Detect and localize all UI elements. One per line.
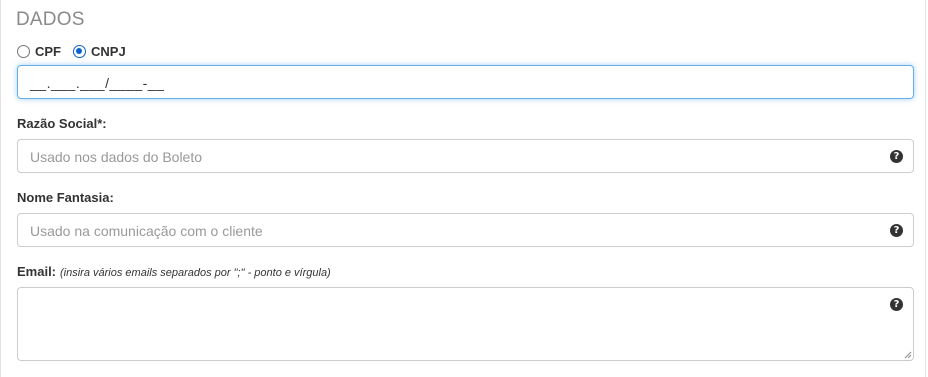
nome-fantasia-label: Nome Fantasia: xyxy=(17,190,114,205)
cpf-radio-label: CPF xyxy=(35,43,61,59)
email-textarea[interactable]: ? xyxy=(17,287,914,361)
cpf-radio[interactable]: CPF xyxy=(17,44,61,59)
cnpj-input-mask: __.___.___/____-__ xyxy=(30,75,165,91)
razao-social-label: Razão Social*: xyxy=(17,116,107,131)
nome-fantasia-input[interactable]: Usado na comunicação com o cliente ? xyxy=(17,213,914,247)
resize-handle-icon[interactable] xyxy=(904,351,912,359)
cpf-radio-circle[interactable] xyxy=(17,44,30,58)
cnpj-input[interactable]: __.___.___/____-__ xyxy=(17,65,914,99)
email-hint: (insira vários emails separados por ";" … xyxy=(60,267,331,279)
email-label-text: Email: xyxy=(17,264,57,279)
cnpj-radio-circle[interactable] xyxy=(73,44,86,58)
question-circle-icon[interactable]: ? xyxy=(890,224,903,237)
email-label: Email: (insira vários emails separados po… xyxy=(17,264,331,279)
dados-panel: DADOS CPF CNPJ __.___.___/____-__ Razão … xyxy=(0,0,926,377)
question-circle-icon[interactable]: ? xyxy=(890,150,903,163)
razao-social-input[interactable]: Usado nos dados do Boleto ? xyxy=(17,139,914,173)
question-circle-icon[interactable]: ? xyxy=(890,298,903,311)
nome-fantasia-placeholder: Usado na comunicação com o cliente xyxy=(30,223,263,239)
cnpj-radio-label: CNPJ xyxy=(91,43,126,59)
section-title: DADOS xyxy=(16,9,85,30)
razao-social-placeholder: Usado nos dados do Boleto xyxy=(30,149,203,165)
document-type-radio-group: CPF CNPJ xyxy=(17,42,138,60)
cnpj-radio[interactable]: CNPJ xyxy=(73,44,126,59)
